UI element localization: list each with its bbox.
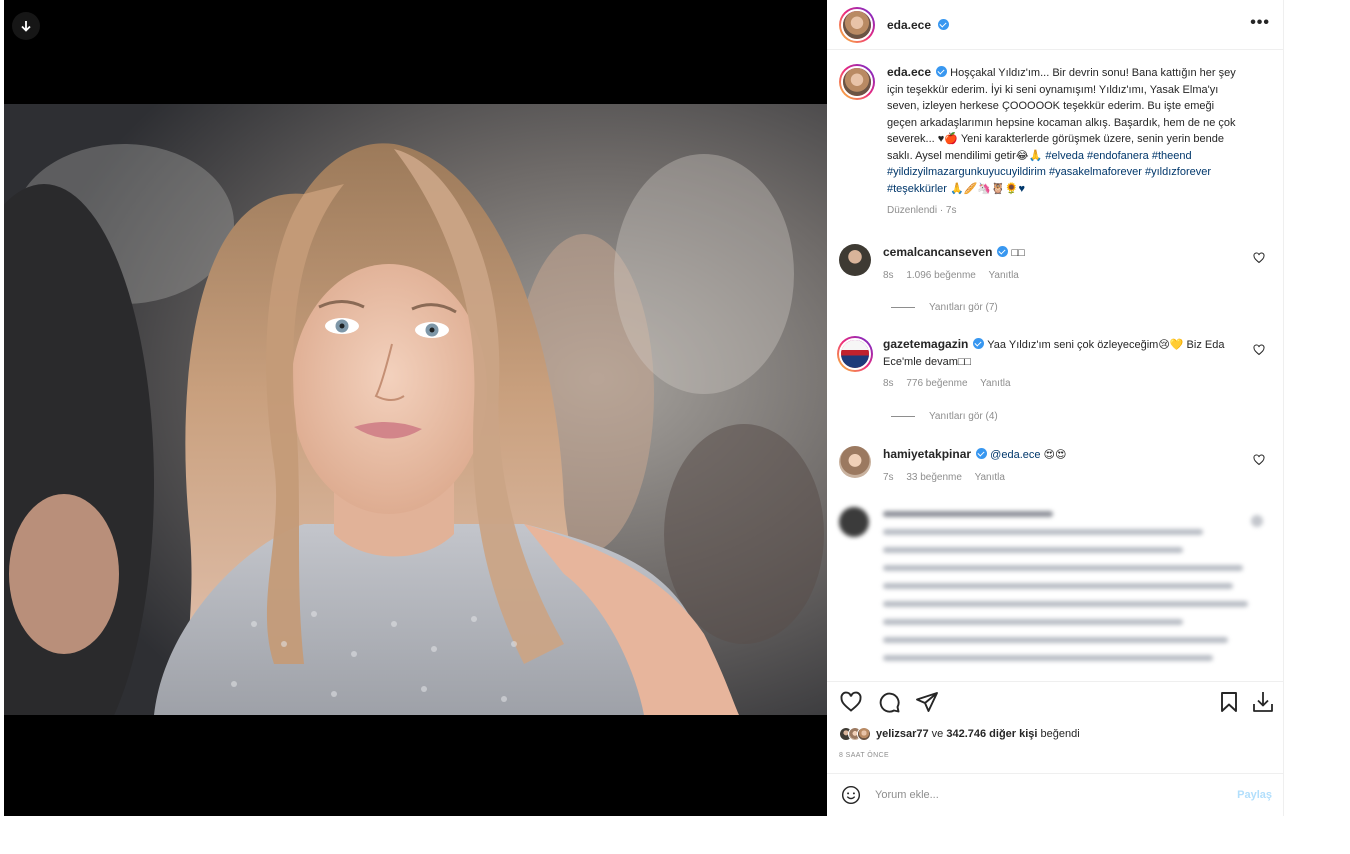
- comment-age: 8s: [883, 378, 894, 389]
- liker-username[interactable]: yelizsar77: [876, 728, 929, 740]
- comment-icon[interactable]: [877, 690, 901, 714]
- comment-username[interactable]: cemalcancanseven: [883, 245, 992, 259]
- view-replies-button[interactable]: Yanıtları gör (7): [891, 302, 998, 313]
- comment-age: 8s: [883, 269, 894, 281]
- likes-connector: ve: [931, 728, 944, 740]
- arrow-down-icon: [21, 21, 31, 32]
- comment-composer: Paylaş: [827, 773, 1284, 816]
- comments-list[interactable]: eda.ece Hoşçakal Yıldız'ım... Bir devrin…: [827, 51, 1284, 681]
- caption-text: Hoşçakal Yıldız'ım... Bir devrin sonu! B…: [887, 67, 1236, 162]
- commenter-avatar[interactable]: [839, 446, 871, 478]
- commenter-avatar[interactable]: [839, 244, 871, 276]
- comment-username[interactable]: hamiyetakpinar: [883, 447, 971, 461]
- post-comment-button[interactable]: Paylaş: [1237, 789, 1272, 801]
- author-avatar[interactable]: [839, 6, 875, 43]
- portrait-illustration: [4, 104, 827, 715]
- verified-badge-icon: [936, 66, 948, 77]
- comment-text: 😍😍: [1043, 449, 1067, 461]
- caption-avatar[interactable]: [839, 64, 875, 100]
- verified-badge-icon: [976, 448, 988, 459]
- post-action-bar: [827, 681, 1284, 721]
- download-overlay-button[interactable]: [12, 12, 40, 40]
- download-icon[interactable]: [1251, 690, 1275, 714]
- comment-likes[interactable]: 33 beğenme: [906, 472, 962, 483]
- share-icon[interactable]: [915, 690, 939, 714]
- likes-others-link[interactable]: 342.746 diğer kişi: [946, 728, 1037, 740]
- commenter-avatar[interactable]: [837, 336, 873, 372]
- comment-heart-icon[interactable]: [1253, 252, 1265, 264]
- post-header: eda.ece •••: [827, 0, 1284, 50]
- verified-badge-icon: [937, 18, 949, 30]
- comment-input[interactable]: [875, 789, 1205, 801]
- caption-username[interactable]: eda.ece: [887, 65, 931, 79]
- comment-text: □□: [1011, 247, 1025, 259]
- reply-button[interactable]: Yanıtla: [975, 472, 1005, 483]
- comment-username[interactable]: gazetemagazin: [883, 337, 968, 351]
- comment-likes[interactable]: 776 beğenme: [906, 378, 967, 389]
- comment-item: gazetemagazin Yaa Yıldız'ım seni çok özl…: [837, 336, 1269, 393]
- comment-item: cemalcancanseven □□ 8s 1.096 beğenme Yan…: [839, 244, 1269, 284]
- edited-label: Düzenlendi · 7s: [887, 205, 957, 216]
- verified-badge-icon: [997, 246, 1009, 257]
- comment-age: 7s: [883, 471, 894, 483]
- comment-heart-icon[interactable]: [1253, 344, 1265, 356]
- post-timestamp: 8 SAAT ÖNCE: [839, 752, 890, 759]
- likes-summary[interactable]: yelizsar77 ve 342.746 diğer kişi beğendi: [839, 727, 1080, 741]
- reply-button[interactable]: Yanıtla: [988, 270, 1018, 281]
- author-username[interactable]: eda.ece: [887, 18, 931, 32]
- comment-item: hamiyetakpinar @eda.ece 😍😍 7s 33 beğenme…: [839, 446, 1269, 486]
- emoji-icon[interactable]: [841, 785, 861, 805]
- liker-avatar: [857, 727, 871, 741]
- post-media[interactable]: [4, 0, 827, 816]
- view-replies-button[interactable]: Yanıtları gör (4): [891, 411, 998, 422]
- comment-likes[interactable]: 1.096 beğenme: [906, 270, 976, 281]
- more-options-icon[interactable]: •••: [1250, 14, 1270, 32]
- heart-icon[interactable]: [839, 690, 863, 714]
- verified-badge-icon: [973, 338, 985, 349]
- post-side-panel: eda.ece ••• eda.ece Hoşçakal Yıldız'ım..…: [827, 0, 1284, 816]
- comment-heart-icon[interactable]: [1253, 454, 1265, 466]
- author-username-header[interactable]: eda.ece: [887, 16, 949, 34]
- bookmark-icon[interactable]: [1217, 690, 1241, 714]
- comment-mention[interactable]: @eda.ece: [990, 449, 1040, 461]
- post-photo: [4, 104, 827, 715]
- likes-suffix: beğendi: [1040, 728, 1080, 740]
- post-caption: eda.ece Hoşçakal Yıldız'ım... Bir devrin…: [839, 64, 1269, 220]
- reply-button[interactable]: Yanıtla: [980, 378, 1010, 389]
- blurred-comment: [839, 507, 1269, 667]
